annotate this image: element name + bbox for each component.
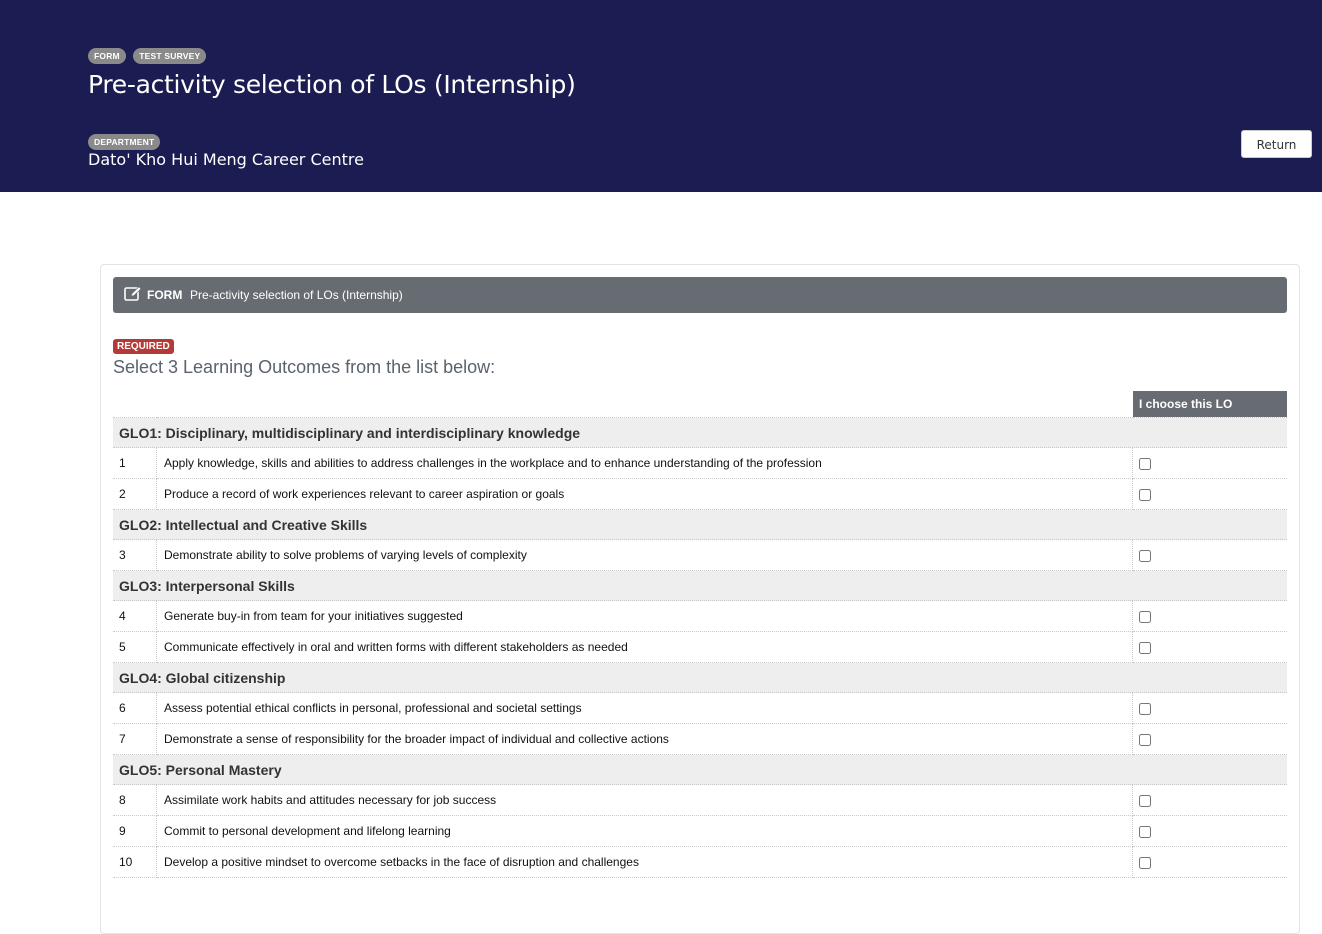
- lo-text: Assess potential ethical conflicts in pe…: [156, 692, 1133, 724]
- lo-number: 10: [113, 846, 157, 878]
- lo-text: Apply knowledge, skills and abilities to…: [156, 447, 1133, 479]
- lo-choice-cell: [1132, 784, 1287, 816]
- question-instruction: Select 3 Learning Outcomes from the list…: [113, 357, 496, 377]
- table-row: 4 Generate buy-in from team for your ini…: [113, 600, 1287, 632]
- form-bar-label: FORM: [147, 288, 183, 302]
- edit-icon: [124, 286, 142, 307]
- table-row: 5 Communicate effectively in oral and wr…: [113, 631, 1287, 663]
- lo-number: 2: [113, 478, 157, 510]
- required-badge: REQUIRED: [113, 339, 174, 354]
- department-tag: DEPARTMENT: [88, 134, 161, 150]
- lo-choice-cell: [1132, 539, 1287, 571]
- lo-number: 7: [113, 723, 157, 755]
- choose-column-header: I choose this LO: [1133, 391, 1287, 417]
- table-row: 7 Demonstrate a sense of responsibility …: [113, 723, 1287, 755]
- lo-number: 3: [113, 539, 157, 571]
- form-title-bar: FORM Pre-activity selection of LOs (Inte…: [113, 277, 1287, 313]
- learning-outcomes-table: GLO1: Disciplinary, multidisciplinary an…: [113, 417, 1287, 878]
- lo-checkbox-8[interactable]: [1139, 794, 1151, 807]
- return-button[interactable]: Return: [1241, 130, 1312, 158]
- group-row-glo4: GLO4: Global citizenship: [113, 662, 1287, 693]
- lo-checkbox-10[interactable]: [1139, 856, 1151, 869]
- lo-number: 8: [113, 784, 157, 816]
- page-title: Pre-activity selection of LOs (Internshi…: [88, 70, 576, 99]
- lo-number: 4: [113, 600, 157, 632]
- group-row-glo2: GLO2: Intellectual and Creative Skills: [113, 509, 1287, 540]
- header-tags: FORM TEST SURVEY: [88, 46, 209, 64]
- lo-choice-cell: [1132, 846, 1287, 878]
- lo-text: Demonstrate ability to solve problems of…: [156, 539, 1133, 571]
- lo-text: Communicate effectively in oral and writ…: [156, 631, 1133, 663]
- group-title: GLO4: Global citizenship: [113, 662, 1287, 693]
- table-row: 10 Develop a positive mindset to overcom…: [113, 846, 1287, 878]
- group-title: GLO2: Intellectual and Creative Skills: [113, 509, 1287, 540]
- lo-choice-cell: [1132, 478, 1287, 510]
- lo-checkbox-2[interactable]: [1139, 488, 1151, 501]
- department-tag-wrap: DEPARTMENT: [88, 132, 161, 150]
- lo-choice-cell: [1132, 631, 1287, 663]
- lo-text: Develop a positive mindset to overcome s…: [156, 846, 1133, 878]
- table-row: 9 Commit to personal development and lif…: [113, 815, 1287, 847]
- lo-text: Generate buy-in from team for your initi…: [156, 600, 1133, 632]
- lo-checkbox-5[interactable]: [1139, 641, 1151, 654]
- lo-checkbox-6[interactable]: [1139, 702, 1151, 715]
- lo-text: Produce a record of work experiences rel…: [156, 478, 1133, 510]
- lo-choice-cell: [1132, 600, 1287, 632]
- table-row: 6 Assess potential ethical conflicts in …: [113, 692, 1287, 724]
- lo-choice-cell: [1132, 447, 1287, 479]
- lo-checkbox-3[interactable]: [1139, 549, 1151, 562]
- lo-checkbox-7[interactable]: [1139, 733, 1151, 746]
- group-row-glo3: GLO3: Interpersonal Skills: [113, 570, 1287, 601]
- lo-number: 1: [113, 447, 157, 479]
- form-bar-name: Pre-activity selection of LOs (Internshi…: [190, 288, 403, 302]
- table-row: 2 Produce a record of work experiences r…: [113, 478, 1287, 510]
- lo-choice-cell: [1132, 815, 1287, 847]
- test-survey-tag: TEST SURVEY: [133, 48, 207, 64]
- lo-number: 5: [113, 631, 157, 663]
- group-row-glo5: GLO5: Personal Mastery: [113, 754, 1287, 785]
- lo-number: 9: [113, 815, 157, 847]
- lo-text: Assimilate work habits and attitudes nec…: [156, 784, 1133, 816]
- table-row: 3 Demonstrate ability to solve problems …: [113, 539, 1287, 571]
- lo-text: Commit to personal development and lifel…: [156, 815, 1133, 847]
- lo-checkbox-1[interactable]: [1139, 457, 1151, 470]
- group-row-glo1: GLO1: Disciplinary, multidisciplinary an…: [113, 417, 1287, 448]
- lo-choice-cell: [1132, 692, 1287, 724]
- group-title: GLO3: Interpersonal Skills: [113, 570, 1287, 601]
- lo-number: 6: [113, 692, 157, 724]
- table-row: 1 Apply knowledge, skills and abilities …: [113, 447, 1287, 479]
- table-row: 8 Assimilate work habits and attitudes n…: [113, 784, 1287, 816]
- lo-choice-cell: [1132, 723, 1287, 755]
- lo-checkbox-4[interactable]: [1139, 610, 1151, 623]
- lo-checkbox-9[interactable]: [1139, 825, 1151, 838]
- form-tag: FORM: [88, 48, 126, 64]
- group-title: GLO1: Disciplinary, multidisciplinary an…: [113, 417, 1287, 448]
- page-header: FORM TEST SURVEY Pre-activity selection …: [0, 0, 1322, 192]
- group-title: GLO5: Personal Mastery: [113, 754, 1287, 785]
- lo-text: Demonstrate a sense of responsibility fo…: [156, 723, 1133, 755]
- department-name: Dato' Kho Hui Meng Career Centre: [88, 150, 364, 169]
